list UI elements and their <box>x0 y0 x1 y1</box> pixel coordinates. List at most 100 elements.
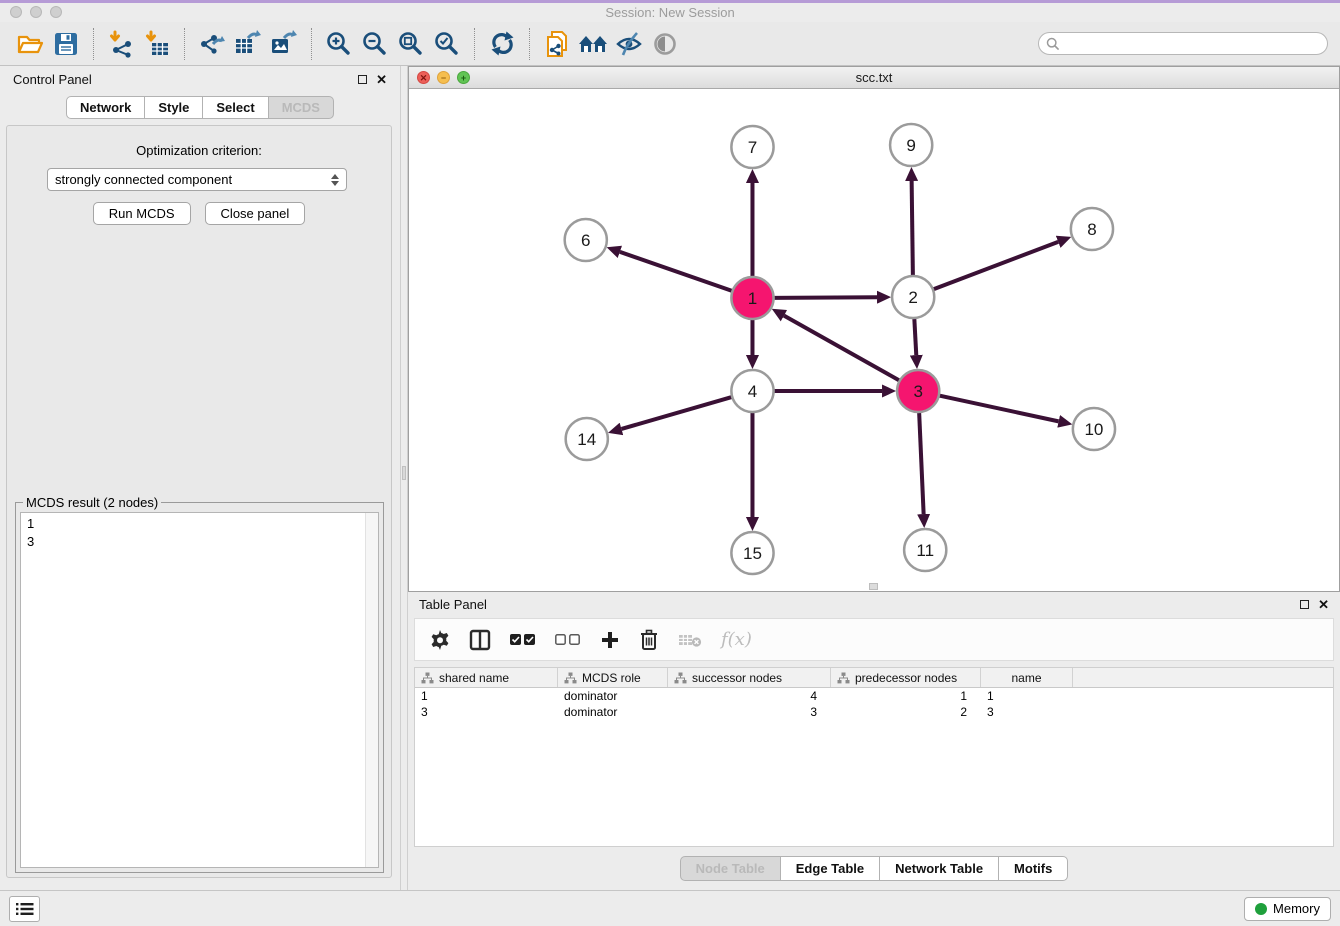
criterion-value: strongly connected component <box>55 172 232 187</box>
node-label-6: 6 <box>581 231 590 250</box>
edge-4-14[interactable] <box>621 397 731 429</box>
vertical-splitter[interactable] <box>400 66 408 890</box>
column-header-name[interactable]: name <box>981 668 1073 687</box>
cell-shared-name[interactable]: 3 <box>415 705 558 719</box>
search-box[interactable] <box>1038 32 1328 55</box>
network-canvas[interactable]: 7968124314101511 <box>409 89 1339 591</box>
cell-predecessor-nodes[interactable]: 2 <box>831 705 981 719</box>
deselect-all-columns-icon[interactable] <box>555 633 581 646</box>
minimize-window-button[interactable] <box>30 6 42 18</box>
cell-name[interactable]: 1 <box>981 689 1073 703</box>
control-panel: Control Panel ✕ NetworkStyleSelectMCDS O… <box>0 66 400 890</box>
splitter-grip[interactable] <box>402 466 406 480</box>
edge-1-6[interactable] <box>620 252 732 291</box>
column-header-successor-nodes[interactable]: successor nodes <box>668 668 831 687</box>
zoom-selected-icon[interactable] <box>429 27 465 61</box>
tab-mcds[interactable]: MCDS <box>268 96 334 119</box>
criterion-select[interactable]: strongly connected component <box>47 168 347 191</box>
tab-select[interactable]: Select <box>202 96 268 119</box>
zoom-fit-icon[interactable] <box>393 27 429 61</box>
network-window-titlebar[interactable]: ✕ − + scc.txt <box>409 67 1339 89</box>
network-graph[interactable]: 7968124314101511 <box>409 89 1339 591</box>
export-network-icon[interactable] <box>194 27 230 61</box>
task-history-button[interactable] <box>9 896 40 922</box>
memory-button[interactable]: Memory <box>1244 897 1331 921</box>
float-table-panel-icon[interactable] <box>1300 600 1309 609</box>
gear-icon[interactable] <box>430 630 450 650</box>
tab-network[interactable]: Network <box>66 96 145 119</box>
cell-successor-nodes[interactable]: 3 <box>668 705 831 719</box>
cell-shared-name[interactable]: 1 <box>415 689 558 703</box>
table-tab-network-table[interactable]: Network Table <box>879 856 999 881</box>
window-controls <box>10 6 62 18</box>
table-tab-motifs[interactable]: Motifs <box>998 856 1068 881</box>
table-panel-title: Table Panel <box>419 597 487 612</box>
horizontal-splitter-grip[interactable] <box>869 583 878 590</box>
result-scrollbar[interactable] <box>365 513 378 867</box>
cell-predecessor-nodes[interactable]: 1 <box>831 689 981 703</box>
search-icon <box>1046 37 1060 51</box>
memory-label: Memory <box>1273 901 1320 916</box>
split-columns-icon[interactable] <box>469 629 491 651</box>
zoom-out-icon[interactable] <box>357 27 393 61</box>
refresh-layout-icon[interactable] <box>484 27 520 61</box>
close-panel-icon[interactable]: ✕ <box>376 73 387 86</box>
application-window: Session: New Session <box>0 0 1340 926</box>
table-panel: Table Panel ✕ <box>408 592 1340 890</box>
cell-MCDS-role[interactable]: dominator <box>558 689 668 703</box>
edge-3-10[interactable] <box>940 396 1059 422</box>
homes-icon[interactable] <box>575 27 611 61</box>
tab-style[interactable]: Style <box>144 96 203 119</box>
window-title: Session: New Session <box>0 5 1340 20</box>
import-network-icon[interactable] <box>103 27 139 61</box>
table-tab-node-table[interactable]: Node Table <box>680 856 781 881</box>
node-label-3: 3 <box>913 382 922 401</box>
cell-name[interactable]: 3 <box>981 705 1073 719</box>
table-row[interactable]: 3dominator323 <box>415 704 1333 720</box>
delete-table-icon[interactable] <box>678 632 702 648</box>
mcds-result-group: MCDS result (2 nodes) 1 3 <box>15 495 384 873</box>
network-document-icon[interactable] <box>539 27 575 61</box>
table-row[interactable]: 1dominator411 <box>415 688 1333 704</box>
delete-column-icon[interactable] <box>639 629 659 651</box>
float-panel-icon[interactable] <box>358 75 367 84</box>
edge-2-3[interactable] <box>914 319 916 355</box>
column-header-shared-name[interactable]: shared name <box>415 668 558 687</box>
cell-successor-nodes[interactable]: 4 <box>668 689 831 703</box>
close-network-button[interactable]: ✕ <box>417 71 430 84</box>
column-header-MCDS-role[interactable]: MCDS role <box>558 668 668 687</box>
edge-3-11[interactable] <box>919 413 923 514</box>
select-all-columns-icon[interactable] <box>510 633 536 646</box>
add-column-icon[interactable] <box>600 630 620 650</box>
node-label-2: 2 <box>908 288 917 307</box>
toolbar-separator <box>311 28 312 60</box>
maximize-network-button[interactable]: + <box>457 71 470 84</box>
open-folder-icon[interactable] <box>12 27 48 61</box>
export-image-icon[interactable] <box>266 27 302 61</box>
edge-3-1[interactable] <box>784 316 899 381</box>
minimize-network-button[interactable]: − <box>437 71 450 84</box>
column-label: successor nodes <box>692 671 782 685</box>
column-header-predecessor-nodes[interactable]: predecessor nodes <box>831 668 981 687</box>
close-table-panel-icon[interactable]: ✕ <box>1318 598 1329 611</box>
zoom-in-icon[interactable] <box>321 27 357 61</box>
zoom-window-button[interactable] <box>50 6 62 18</box>
save-session-icon[interactable] <box>48 27 84 61</box>
search-input[interactable] <box>1060 34 1327 53</box>
edge-1-2[interactable] <box>775 297 877 298</box>
run-mcds-button[interactable]: Run MCDS <box>93 202 191 225</box>
eye-icon[interactable] <box>647 27 683 61</box>
node-label-10: 10 <box>1084 420 1103 439</box>
node-label-15: 15 <box>743 544 762 563</box>
function-builder-icon[interactable]: f(x) <box>721 629 752 650</box>
close-panel-button[interactable]: Close panel <box>205 202 306 225</box>
edge-2-9[interactable] <box>912 181 913 275</box>
close-window-button[interactable] <box>10 6 22 18</box>
import-table-icon[interactable] <box>139 27 175 61</box>
cell-MCDS-role[interactable]: dominator <box>558 705 668 719</box>
table-tab-edge-table[interactable]: Edge Table <box>780 856 880 881</box>
edge-2-8[interactable] <box>934 242 1058 289</box>
hide-eye-icon[interactable] <box>611 27 647 61</box>
export-table-icon[interactable] <box>230 27 266 61</box>
mcds-result-list[interactable]: 1 3 <box>20 512 379 868</box>
